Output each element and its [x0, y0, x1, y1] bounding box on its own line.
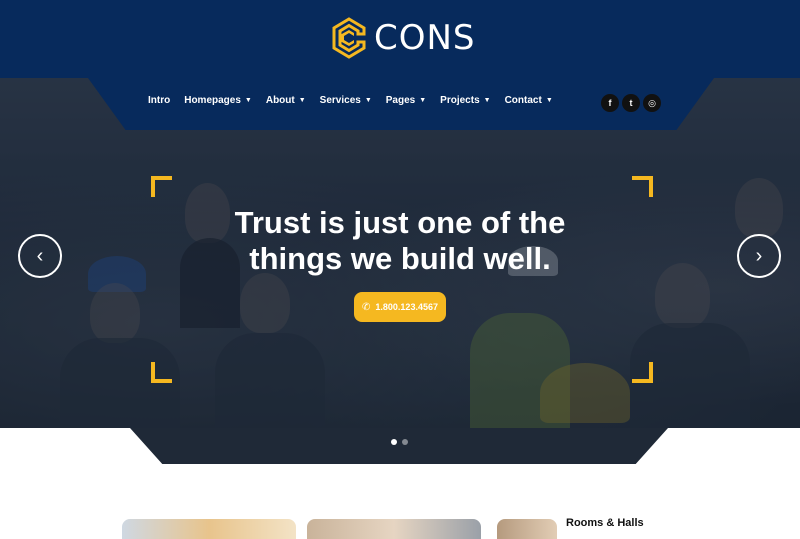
- nav-item-label: Contact: [504, 95, 542, 106]
- chevron-left-icon: ‹: [36, 244, 44, 267]
- slider-dot-1[interactable]: [391, 439, 397, 445]
- hero-headline-line-1: Trust is just one of the: [234, 205, 566, 240]
- chevron-right-icon: ›: [755, 244, 763, 267]
- slider-dot-2[interactable]: [402, 439, 408, 445]
- nav-item-label: About: [265, 95, 295, 106]
- nav-item-intro[interactable]: Intro: [148, 95, 170, 106]
- nav-item-label: Intro: [148, 95, 171, 106]
- slider-prev-button[interactable]: ‹: [18, 234, 62, 278]
- logo-mark-icon: [332, 17, 366, 59]
- nav-item-label: Services: [319, 95, 361, 106]
- instagram-icon[interactable]: ◎: [643, 94, 661, 112]
- phone-icon: ✆: [362, 301, 371, 313]
- facebook-icon[interactable]: f: [601, 94, 619, 112]
- social-links: f t ◎: [601, 94, 664, 112]
- chevron-down-icon: ▼: [244, 97, 252, 104]
- frame-corner-top-left: [151, 176, 172, 197]
- service-card-image-3[interactable]: [497, 519, 557, 539]
- chevron-down-icon: ▼: [483, 97, 491, 104]
- nav-item-contact[interactable]: Contact ▼: [505, 95, 553, 106]
- nav-item-services[interactable]: Services ▼: [320, 95, 372, 106]
- nav-item-label: Pages: [385, 95, 416, 106]
- hero-bottom-trapezoid: [130, 428, 668, 464]
- chevron-down-icon: ▼: [364, 97, 372, 104]
- chevron-down-icon: ▼: [419, 97, 427, 104]
- hero-headline-line-2: things we build well.: [249, 241, 551, 276]
- frame-corner-bottom-right: [632, 362, 653, 383]
- service-card-image-1[interactable]: [122, 519, 296, 539]
- frame-corner-bottom-left: [151, 362, 172, 383]
- nav-item-homepages[interactable]: Homepages ▼: [184, 95, 252, 106]
- hero-headline: Trust is just one of the things we build…: [200, 205, 600, 277]
- service-card-title[interactable]: Rooms & Halls: [566, 517, 644, 529]
- nav-item-label: Projects: [440, 95, 480, 106]
- call-button-label: 1.800.123.4567: [375, 302, 438, 312]
- nav-item-label: Homepages: [184, 95, 241, 106]
- chevron-down-icon: ▼: [298, 97, 306, 104]
- main-nav: Intro Homepages ▼ About ▼ Services ▼ Pag…: [148, 95, 567, 106]
- brand-name: CONS: [374, 18, 476, 58]
- logo[interactable]: CONS: [332, 14, 476, 62]
- nav-item-about[interactable]: About ▼: [266, 95, 306, 106]
- slider-next-button[interactable]: ›: [737, 234, 781, 278]
- nav-item-pages[interactable]: Pages ▼: [386, 95, 426, 106]
- twitter-icon[interactable]: t: [622, 94, 640, 112]
- service-card-image-2[interactable]: [307, 519, 481, 539]
- frame-corner-top-right: [632, 176, 653, 197]
- nav-item-projects[interactable]: Projects ▼: [440, 95, 490, 106]
- chevron-down-icon: ▼: [545, 97, 553, 104]
- slider-pagination: [391, 439, 413, 445]
- call-button[interactable]: ✆ 1.800.123.4567: [354, 292, 446, 322]
